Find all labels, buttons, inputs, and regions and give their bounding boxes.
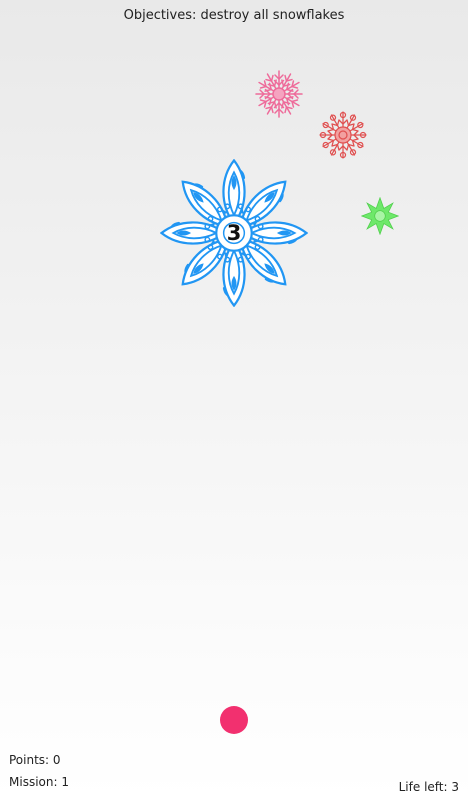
blue-snowflake[interactable]: 3 <box>160 159 308 307</box>
green-snowflake[interactable] <box>361 197 399 235</box>
snowflake-icon <box>361 197 399 235</box>
snowflake-icon <box>160 159 308 307</box>
points-counter: Points: 0 <box>9 753 61 767</box>
red-snowflake[interactable] <box>318 110 368 160</box>
snowflake-icon <box>319 111 367 159</box>
life-counter: Life left: 3 <box>398 780 459 794</box>
objective-text: Objectives: destroy all snowflakes <box>123 8 345 23</box>
mission-counter: Mission: 1 <box>9 775 69 789</box>
snowflake-icon <box>255 70 303 118</box>
pink-snowflake[interactable] <box>254 69 304 119</box>
player-ball[interactable] <box>220 706 248 734</box>
